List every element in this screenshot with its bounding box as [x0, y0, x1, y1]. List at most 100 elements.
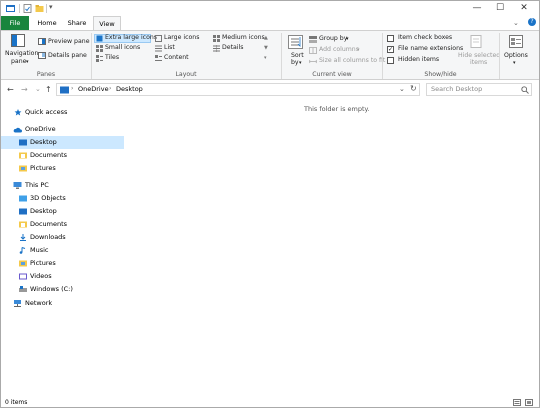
small-icons-icon — [96, 45, 103, 52]
details-view-toggle-icon[interactable] — [513, 399, 521, 406]
details-option[interactable]: Details — [222, 44, 243, 52]
nav-item-documents[interactable]: Documents — [1, 218, 124, 231]
file-name-extensions-checkbox[interactable]: ✓ — [387, 46, 394, 53]
videos-icon — [19, 273, 27, 280]
gallery-scroll-down-icon[interactable]: ▼ — [264, 44, 268, 52]
file-name-extensions-label[interactable]: File name extensions — [398, 45, 463, 53]
chevron-down-icon[interactable]: ▾ — [357, 46, 360, 54]
address-dropdown-icon[interactable]: ⌄ — [399, 85, 405, 93]
recent-locations-button[interactable]: ⌄ — [35, 84, 41, 95]
group-separator — [91, 33, 92, 79]
tab-view[interactable]: View — [93, 16, 121, 31]
refresh-icon[interactable]: ↻ — [410, 84, 417, 93]
nav-item-label: Documents — [30, 151, 68, 159]
breadcrumb-onedrive[interactable]: OneDrive — [78, 85, 109, 94]
breadcrumb-separator[interactable]: › — [71, 85, 73, 92]
properties-icon[interactable] — [23, 4, 32, 13]
nav-item-label: Quick access — [25, 108, 68, 116]
nav-item-3d-objects[interactable]: 3D Objects — [1, 192, 124, 205]
chevron-down-icon[interactable]: ▾ — [346, 35, 349, 43]
breadcrumb-desktop[interactable]: Desktop — [116, 85, 143, 94]
size-columns-icon — [309, 59, 317, 64]
breadcrumb-separator[interactable]: › — [109, 85, 111, 92]
nav-item-network[interactable]: Network — [1, 297, 124, 310]
details-view-icon — [213, 45, 220, 52]
search-input[interactable]: Search Desktop — [431, 85, 482, 94]
small-icons-option[interactable]: Small icons — [105, 44, 140, 52]
help-icon[interactable]: ? — [528, 18, 536, 26]
file-explorer-icon[interactable] — [6, 4, 15, 13]
nav-item-music[interactable]: Music — [1, 244, 124, 257]
size-all-columns-button[interactable]: Size all columns to fit — [319, 57, 385, 65]
close-button[interactable]: ✕ — [513, 2, 535, 15]
customize-qat-icon[interactable]: ▾ — [49, 3, 53, 11]
separator — [19, 4, 20, 13]
sort-by-label[interactable]: by — [291, 59, 299, 67]
nav-item-onedrive-desktop[interactable]: Desktop — [1, 136, 124, 149]
file-list-area[interactable]: This folder is empty. — [127, 99, 539, 395]
tab-share[interactable]: Share — [64, 16, 90, 30]
explorer-window: ▾ — ☐ ✕ File Home Share View ⌄ ? Navigat… — [0, 0, 540, 408]
search-icon — [521, 86, 529, 94]
gallery-scroll-up-icon[interactable]: ▲ — [264, 34, 268, 42]
group-label-show-hide: Show/hide — [424, 71, 457, 78]
nav-item-onedrive-documents[interactable]: Documents — [1, 149, 124, 162]
nav-item-label: Videos — [30, 272, 52, 280]
tiles-icon — [96, 55, 103, 62]
nav-item-quick-access[interactable]: Quick access — [1, 106, 124, 119]
search-box[interactable]: Search Desktop — [426, 83, 532, 96]
list-option[interactable]: List — [164, 44, 175, 52]
navigation-pane-button[interactable]: Navigation — [5, 50, 38, 58]
nav-item-label: Windows (C:) — [30, 285, 73, 293]
nav-item-onedrive[interactable]: OneDrive — [1, 123, 124, 136]
hidden-items-checkbox[interactable] — [387, 57, 394, 64]
preview-pane-button[interactable]: Preview pane — [48, 38, 90, 46]
content-option[interactable]: Content — [164, 54, 189, 62]
3d-objects-icon — [19, 195, 27, 202]
navigation-pane-label[interactable]: pane — [11, 58, 26, 66]
group-by-button[interactable]: Group by — [319, 35, 347, 43]
status-bar: 0 items — [1, 397, 539, 408]
chevron-down-icon[interactable]: ▾ — [26, 58, 29, 66]
expand-ribbon-icon[interactable]: ⌄ — [513, 19, 519, 27]
hide-selected-icon — [470, 35, 482, 48]
hide-selected-label[interactable]: items — [470, 59, 487, 67]
nav-item-this-pc[interactable]: This PC — [1, 179, 124, 192]
chevron-down-icon[interactable]: ▾ — [299, 59, 302, 67]
tiles-option[interactable]: Tiles — [105, 54, 119, 62]
item-check-boxes-checkbox[interactable] — [387, 35, 394, 42]
nav-item-windows-c[interactable]: Windows (C:) — [1, 283, 124, 296]
large-icons-option[interactable]: Large icons — [164, 34, 199, 42]
medium-icons-option[interactable]: Medium icons — [222, 34, 265, 42]
add-columns-button[interactable]: Add columns — [319, 46, 359, 54]
desktop-folder-icon — [19, 139, 27, 146]
tab-file[interactable]: File — [1, 16, 29, 30]
details-pane-button[interactable]: Details pane — [48, 52, 87, 60]
extra-large-icons-option[interactable]: Extra large icons — [105, 34, 157, 42]
extra-large-icons-icon — [96, 35, 103, 42]
nav-item-onedrive-pictures[interactable]: Pictures — [1, 162, 124, 175]
item-check-boxes-label[interactable]: Item check boxes — [398, 34, 452, 42]
chevron-down-icon[interactable]: ▾ — [513, 59, 516, 67]
maximize-button[interactable]: ☐ — [489, 2, 511, 15]
tab-home[interactable]: Home — [34, 16, 60, 30]
nav-item-downloads[interactable]: Downloads — [1, 231, 124, 244]
nav-item-videos[interactable]: Videos — [1, 270, 124, 283]
gallery-more-icon[interactable]: ▾ — [264, 54, 267, 62]
new-folder-icon[interactable] — [35, 4, 44, 13]
back-button[interactable]: ← — [7, 84, 14, 95]
address-bar[interactable]: › OneDrive › Desktop ⌄ ↻ — [56, 83, 420, 96]
nav-item-desktop[interactable]: Desktop — [1, 205, 124, 218]
up-button[interactable]: ↑ — [45, 84, 52, 95]
group-by-icon — [309, 36, 317, 43]
nav-item-label: 3D Objects — [30, 194, 66, 202]
options-button[interactable]: Options — [504, 52, 528, 60]
forward-button[interactable]: → — [21, 84, 28, 95]
nav-item-label: OneDrive — [25, 125, 56, 133]
large-icons-toggle-icon[interactable] — [525, 399, 533, 406]
drive-icon — [19, 286, 27, 292]
hidden-items-label[interactable]: Hidden items — [398, 56, 439, 64]
nav-item-pictures[interactable]: Pictures — [1, 257, 124, 270]
group-label-layout: Layout — [175, 71, 197, 78]
minimize-button[interactable]: — — [466, 2, 488, 15]
